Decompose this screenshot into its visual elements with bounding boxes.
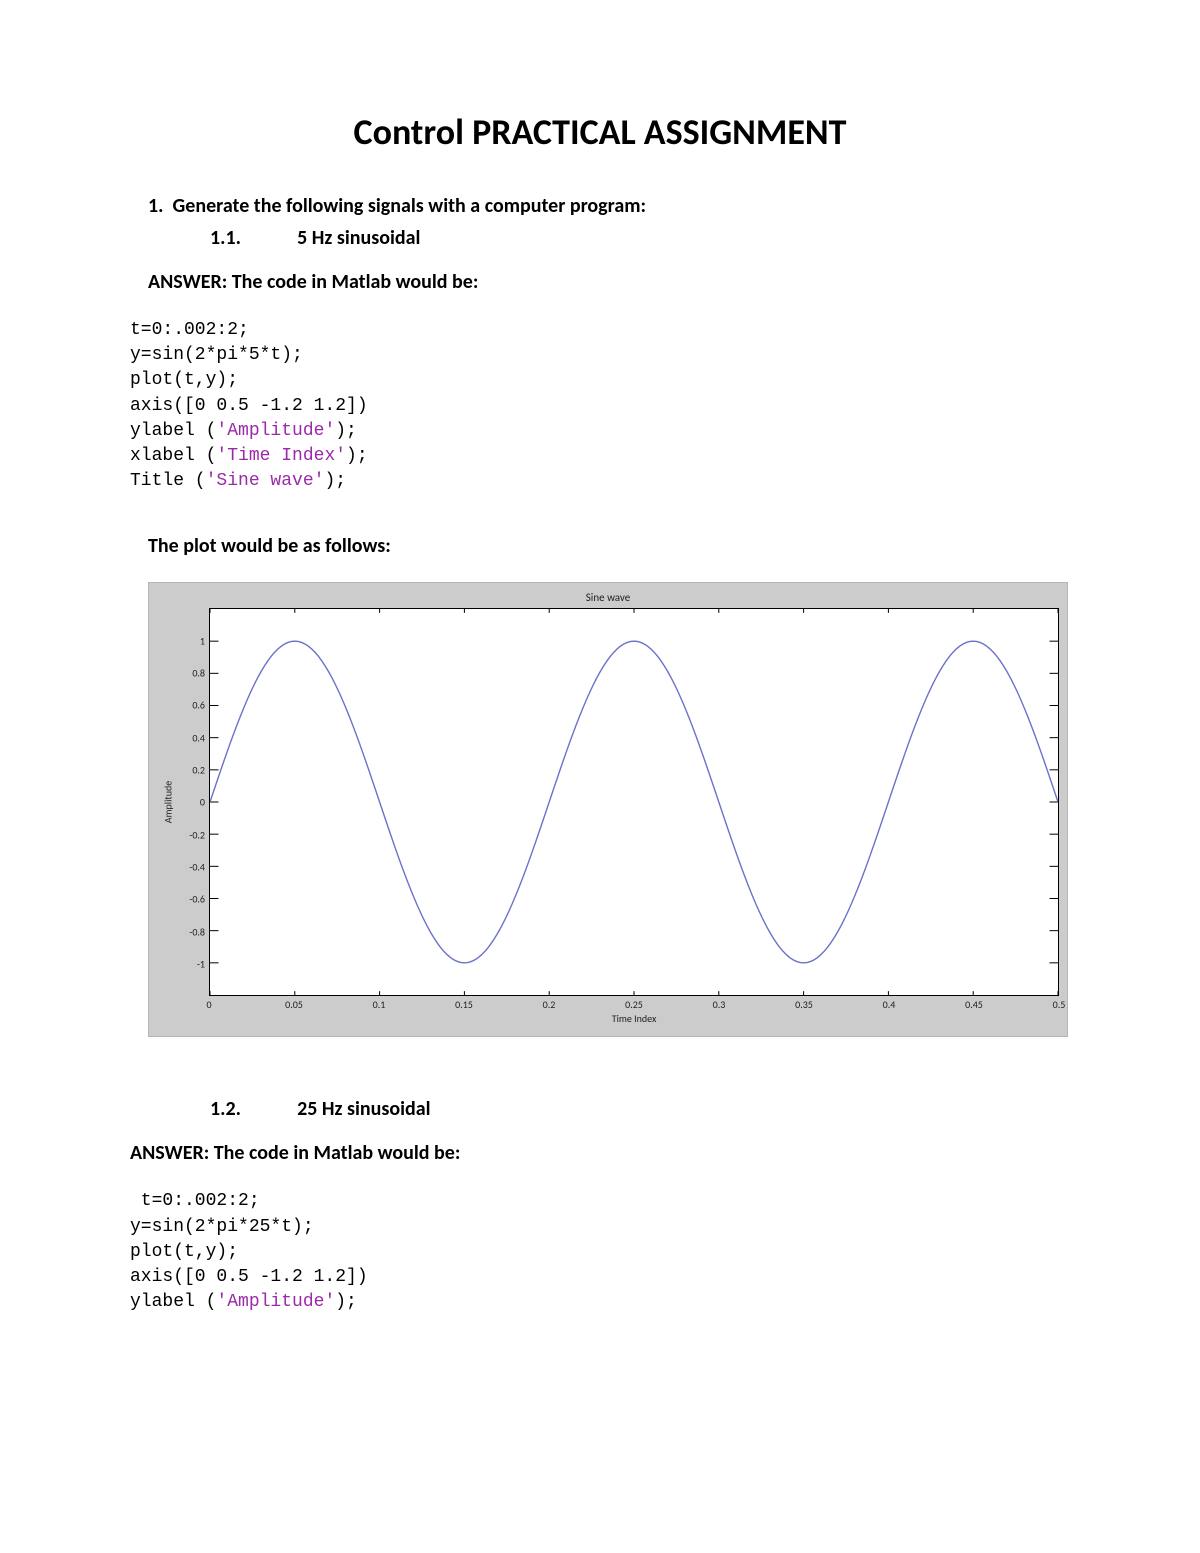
x-tick-label: 0 (206, 998, 211, 1011)
x-tick-label: 0.15 (455, 998, 473, 1011)
question-text: Generate the following signals with a co… (173, 194, 646, 218)
y-tick-label: -1 (197, 957, 205, 970)
y-tick-label: 0.2 (192, 763, 205, 776)
y-tick-label: -0.2 (189, 828, 205, 841)
answer-label-2: ANSWER: The code in Matlab would be: (130, 1141, 1070, 1165)
code-block-1: t=0:.002:2; y=sin(2*pi*5*t); plot(t,y); … (130, 318, 1070, 494)
y-tick-label: 0.8 (192, 666, 205, 679)
x-tick-label: 0.35 (795, 998, 813, 1011)
x-tick-label: 0.05 (285, 998, 303, 1011)
subquestion-number: 1.2. (210, 1097, 270, 1121)
question-1-2: 1.2. 25 Hz sinusoidal (210, 1097, 1070, 1121)
x-tick-label: 0.5 (1053, 998, 1066, 1011)
y-tick-label: 0.6 (192, 699, 205, 712)
document-page: Control PRACTICAL ASSIGNMENT 1. Generate… (0, 0, 1200, 1415)
question-1: 1. Generate the following signals with a… (148, 194, 1070, 218)
y-ticks: -1 -0.8 -0.6 -0.4 -0.2 0 0.2 0.4 0.6 0.8 1 (179, 608, 209, 996)
page-title: Control PRACTICAL ASSIGNMENT (130, 110, 1070, 154)
y-tick-label: -0.4 (189, 860, 205, 873)
y-tick-label: 0.4 (192, 731, 205, 744)
chart-title: Sine wave (157, 589, 1059, 608)
code-block-2: t=0:.002:2; y=sin(2*pi*25*t); plot(t,y);… (130, 1189, 1070, 1315)
x-ticks: 00.050.10.150.20.250.30.350.40.450.5 (209, 996, 1059, 1012)
ylabel-cell: Amplitude (157, 608, 179, 996)
x-tick-label: 0.45 (965, 998, 983, 1011)
subquestion-label: 5 Hz sinusoidal (297, 226, 420, 250)
subquestion-number: 1.1. (210, 226, 270, 250)
question-number: 1. (148, 194, 163, 218)
plot-intro: The plot would be as follows: (148, 534, 1070, 558)
y-tick-label: 0 (200, 796, 205, 809)
x-axis-label: Time Index (209, 1012, 1059, 1028)
x-tick-label: 0.4 (883, 998, 896, 1011)
matlab-figure: Sine wave Amplitude -1 -0.8 -0.6 -0.4 -0.2 0 0… (148, 582, 1068, 1037)
y-axis-label: Amplitude (162, 781, 175, 823)
y-tick-label: 1 (200, 634, 205, 647)
y-tick-label: -0.8 (189, 925, 205, 938)
question-1-1: 1.1. 5 Hz sinusoidal (210, 226, 1070, 250)
plot-area (209, 608, 1059, 996)
x-tick-label: 0.3 (713, 998, 726, 1011)
x-tick-label: 0.2 (543, 998, 556, 1011)
subquestion-label: 25 Hz sinusoidal (297, 1097, 430, 1121)
y-tick-label: -0.6 (189, 893, 205, 906)
x-tick-label: 0.25 (625, 998, 643, 1011)
chart-grid: Amplitude -1 -0.8 -0.6 -0.4 -0.2 0 0.2 0.4 0.6 0.… (157, 608, 1059, 1028)
chart-svg (210, 609, 1058, 995)
answer-label-1: ANSWER: The code in Matlab would be: (148, 270, 1070, 294)
x-tick-label: 0.1 (373, 998, 386, 1011)
